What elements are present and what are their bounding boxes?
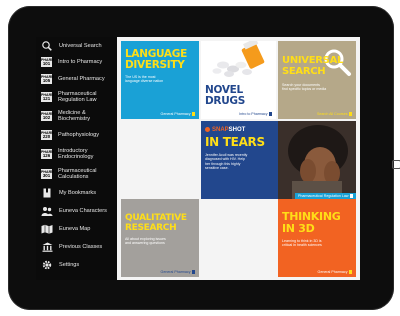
tile-footer: General Pharmacy bbox=[161, 270, 195, 274]
tile-footer: Search All Courses bbox=[317, 112, 352, 116]
tile-title: THINKING IN 3D bbox=[282, 210, 341, 235]
sidebar-item-universal-search[interactable]: Universal Search bbox=[36, 40, 117, 52]
tile-language-diversity[interactable]: LANGUAGE DIVERSITY The US is the most la… bbox=[121, 41, 199, 119]
tile-title: QUALITATIVE RESEARCH bbox=[125, 213, 187, 233]
tile-footer: Intro to Pharmacy bbox=[239, 112, 272, 116]
library-icon bbox=[41, 242, 53, 252]
sidebar-item-settings[interactable]: Settings bbox=[36, 259, 117, 271]
people-icon bbox=[41, 206, 53, 216]
tile-title: UNIVERSAL SEARCH bbox=[282, 55, 344, 77]
course-code-badge: PHARM 102 bbox=[41, 111, 55, 121]
sidebar-item-label: Euneva Map bbox=[59, 226, 91, 232]
sidebar-item-general-pharmacy[interactable]: PHARM 105 General Pharmacy bbox=[36, 73, 117, 85]
arrow-square-icon bbox=[268, 112, 272, 116]
course-code-badge: PHARM 301 bbox=[41, 169, 55, 179]
home-button[interactable] bbox=[392, 160, 400, 169]
tile-title: NOVEL DRUGS bbox=[205, 84, 246, 107]
tile-footer: General Pharmacy bbox=[318, 270, 352, 274]
snapshot-badge: SNAPSHOT bbox=[205, 127, 245, 133]
tile-description: Search your documents find specific topi… bbox=[282, 83, 327, 92]
course-code-badge: PHARM 126 bbox=[41, 149, 55, 159]
sidebar-item-endocrinology[interactable]: PHARM 126 Introductory Endocrinology bbox=[36, 147, 117, 161]
gear-icon bbox=[41, 260, 53, 270]
tile-description: The US is the most language diverse nati… bbox=[125, 75, 164, 84]
tile-novel-drugs[interactable]: NOVEL DRUGS Intro to Pharmacy bbox=[201, 41, 276, 119]
crying-woman-photo bbox=[278, 121, 356, 199]
course-code-badge: PHARM 101 bbox=[41, 57, 55, 67]
tile-pharmaceutical-regulation-photo[interactable]: Pharmaceutical Regulation Law bbox=[278, 121, 356, 199]
tile-title: IN TEARS bbox=[205, 135, 265, 149]
sidebar-item-pathophysiology[interactable]: PHARM 220 Pathophysiology bbox=[36, 129, 117, 141]
sidebar-item-label: Universal Search bbox=[59, 43, 102, 49]
arrow-square-icon bbox=[348, 112, 352, 116]
sidebar-item-label: Settings bbox=[59, 262, 80, 268]
arrow-square-icon bbox=[348, 270, 352, 274]
tile-description: Jennifer Acuil was recently diagnosed wi… bbox=[205, 153, 248, 171]
tile-qualitative-research[interactable]: QUALITATIVE RESEARCH All about exploring… bbox=[121, 199, 199, 277]
sidebar-item-medicine-biochemistry[interactable]: PHARM 102 Medicine & Biochemistry bbox=[36, 109, 117, 123]
sidebar-item-label: My Bookmarks bbox=[59, 190, 96, 196]
sidebar-item-label: Euneva Characters bbox=[59, 208, 107, 214]
app-screen: Universal Search PHARM 101 Intro to Pharm… bbox=[36, 37, 360, 280]
tile-title: LANGUAGE DIVERSITY bbox=[125, 48, 187, 71]
arrow-square-icon bbox=[191, 112, 195, 116]
sidebar-item-label: General Pharmacy bbox=[58, 76, 105, 82]
globe-search-icon bbox=[41, 41, 53, 51]
sidebar-item-previous-classes[interactable]: Previous Classes bbox=[36, 241, 117, 253]
sidebar-item-calculations[interactable]: PHARM 301 Pharmaceutical Calculations bbox=[36, 167, 117, 181]
arrow-square-icon bbox=[349, 194, 353, 198]
sidebar-item-bookmarks[interactable]: My Bookmarks bbox=[36, 187, 117, 199]
tile-universal-search[interactable]: UNIVERSAL SEARCH Search your documents f… bbox=[278, 41, 356, 119]
course-code-badge: PHARM 121 bbox=[41, 92, 55, 102]
sidebar: Universal Search PHARM 101 Intro to Pharm… bbox=[36, 37, 117, 280]
course-code-badge: PHARM 105 bbox=[41, 74, 55, 84]
sidebar-item-label: Introductory Endocrinology bbox=[58, 148, 94, 160]
tile-description: Learning to think in 3D is critical in h… bbox=[282, 239, 322, 248]
course-code-badge: PHARM 220 bbox=[41, 130, 55, 140]
sidebar-item-characters[interactable]: Euneva Characters bbox=[36, 205, 117, 217]
snapshot-dot-icon bbox=[205, 127, 210, 132]
tile-footer: General Pharmacy bbox=[161, 112, 195, 116]
sidebar-item-label: Pharmaceutical Regulation Law bbox=[58, 91, 97, 103]
sidebar-item-map[interactable]: Euneva Map bbox=[36, 223, 117, 235]
bookmark-icon bbox=[41, 188, 53, 198]
arrow-square-icon bbox=[191, 270, 195, 274]
pills-image bbox=[212, 41, 265, 77]
tile-grid: LANGUAGE DIVERSITY The US is the most la… bbox=[117, 37, 360, 280]
sidebar-item-label: Pathophysiology bbox=[58, 132, 100, 138]
sidebar-item-label: Medicine & Biochemistry bbox=[58, 110, 91, 122]
tile-snapshot-in-tears[interactable]: SNAPSHOT IN TEARS Jennifer Acuil was rec… bbox=[201, 121, 278, 199]
sidebar-item-label: Intro to Pharmacy bbox=[58, 59, 103, 65]
sidebar-item-label: Pharmaceutical Calculations bbox=[58, 168, 97, 180]
sidebar-item-regulation-law[interactable]: PHARM 121 Pharmaceutical Regulation Law bbox=[36, 90, 117, 104]
map-icon bbox=[41, 224, 53, 234]
tile-description: All about exploring issues and answering… bbox=[125, 237, 166, 246]
sidebar-item-intro-to-pharmacy[interactable]: PHARM 101 Intro to Pharmacy bbox=[36, 56, 117, 68]
tile-thinking-in-3d[interactable]: THINKING IN 3D Learning to think in 3D i… bbox=[278, 199, 356, 277]
sidebar-item-label: Previous Classes bbox=[59, 244, 103, 250]
